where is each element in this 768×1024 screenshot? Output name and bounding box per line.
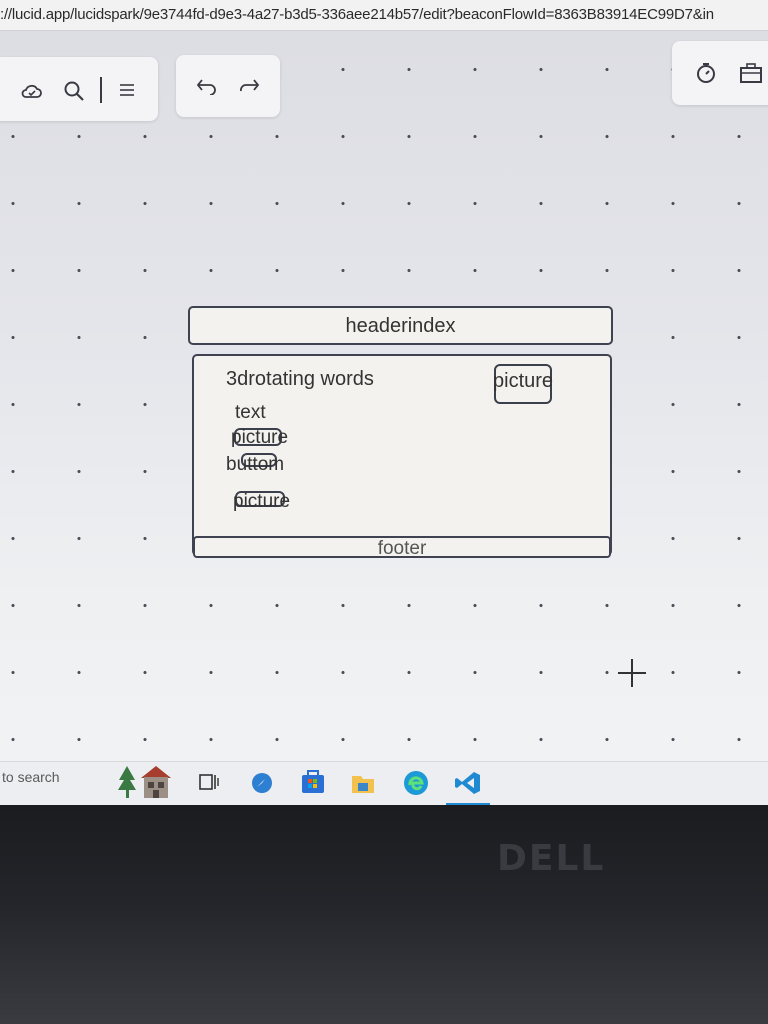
laptop-bezel: DELL xyxy=(0,805,768,1024)
cloud-save-icon[interactable] xyxy=(20,79,44,103)
edge-icon[interactable] xyxy=(402,769,430,797)
picture-label-right: picture xyxy=(493,370,554,392)
taskbar: to search xyxy=(0,761,768,805)
timer-icon[interactable] xyxy=(694,61,718,85)
footer-label: footer xyxy=(377,538,427,559)
tree-widget-icon[interactable] xyxy=(116,764,138,800)
vscode-icon[interactable] xyxy=(454,769,482,797)
redo-icon[interactable] xyxy=(236,74,262,98)
store-icon[interactable] xyxy=(300,769,326,795)
text-label: text xyxy=(235,402,266,423)
content-box[interactable]: 3drotating words text picture buttom pic… xyxy=(192,354,612,559)
file-explorer-icon[interactable] xyxy=(350,770,376,796)
chrome-like-icon[interactable] xyxy=(251,772,273,794)
house-widget-icon[interactable] xyxy=(139,764,173,800)
crosshair-cursor xyxy=(618,659,646,687)
history-toolbar xyxy=(176,55,280,117)
picture-label-1: picture xyxy=(231,427,289,448)
picture-label-2: picture xyxy=(233,491,291,512)
main-toolbar xyxy=(0,57,158,121)
address-bar[interactable]: ://lucid.app/lucidspark/9e3744fd-d9e3-4a… xyxy=(0,0,768,31)
whiteboard-canvas[interactable]: headerindex 3drotating words text pictur… xyxy=(0,31,768,761)
menu-icon[interactable] xyxy=(116,79,138,101)
toolbar-divider xyxy=(100,77,102,103)
taskbar-search[interactable]: to search xyxy=(0,762,108,805)
dell-logo: DELL xyxy=(497,838,606,879)
title-label: 3drotating words xyxy=(226,368,374,390)
undo-icon[interactable] xyxy=(194,74,220,98)
header-box[interactable]: headerindex xyxy=(188,306,613,345)
search-icon[interactable] xyxy=(62,78,86,104)
screen: ://lucid.app/lucidspark/9e3744fd-d9e3-4a… xyxy=(0,0,768,805)
footer-box[interactable]: footer xyxy=(193,536,611,559)
header-label: headerindex xyxy=(345,315,456,337)
url-text: ://lucid.app/lucidspark/9e3744fd-d9e3-4a… xyxy=(0,6,714,23)
task-view-icon[interactable] xyxy=(198,772,220,794)
present-icon[interactable] xyxy=(738,61,764,85)
button-label: buttom xyxy=(226,454,285,475)
taskbar-search-text: to search xyxy=(2,769,60,785)
collaboration-toolbar xyxy=(672,41,768,105)
